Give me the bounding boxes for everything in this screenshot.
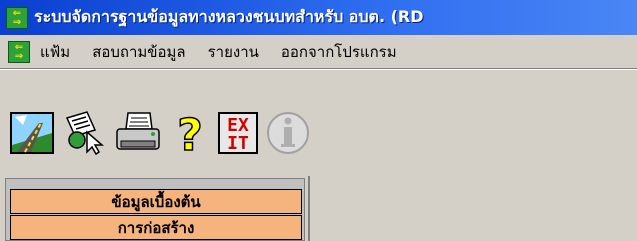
info-button[interactable] [264,110,312,156]
menu-file[interactable]: แฟ้ม [38,38,72,66]
menu-app-icon[interactable]: ⇐ ⇒ [8,40,30,63]
title-bar: ⇐ ⇒ ระบบจัดการฐานข้อมูลทางหลวงชนบทสำหรับ … [0,0,637,35]
search-button[interactable] [60,110,108,156]
toolbar: ? EX IT [0,69,637,175]
info-icon [267,112,309,154]
menu-query[interactable]: สอบถามข้อมูล [90,38,187,66]
svg-text:?: ? [177,110,203,156]
printer-icon [116,112,160,150]
menu-report[interactable]: รายงาน [206,38,261,66]
road-map-icon [10,112,54,154]
side-item-construction[interactable]: การก่อสร้าง [10,215,302,240]
search-documents-icon [65,111,105,156]
help-button[interactable]: ? [166,110,214,156]
side-item-basic-info[interactable]: ข้อมูลเบื้องต้น [10,189,302,214]
menu-exit-program[interactable]: ออกจากโปรแกรม [279,38,399,66]
exit-icon-text-2: IT [227,133,249,154]
exit-icon: EX IT [218,112,258,154]
content-pane [308,176,637,241]
window-title: ระบบจัดการฐานข้อมูลทางหลวงชนบทสำหรับ อบต… [34,7,424,26]
side-panel: ข้อมูลเบื้องต้น การก่อสร้าง [5,178,305,241]
menu-bar: ⇐ ⇒ แฟ้ม สอบถามข้อมูล รายงาน ออกจากโปรแกร… [0,35,637,69]
app-icon: ⇐ ⇒ [6,6,28,29]
help-icon: ? [176,110,203,156]
exit-button[interactable]: EX IT [214,110,262,156]
road-map-button[interactable] [8,110,56,156]
print-button[interactable] [114,110,162,156]
